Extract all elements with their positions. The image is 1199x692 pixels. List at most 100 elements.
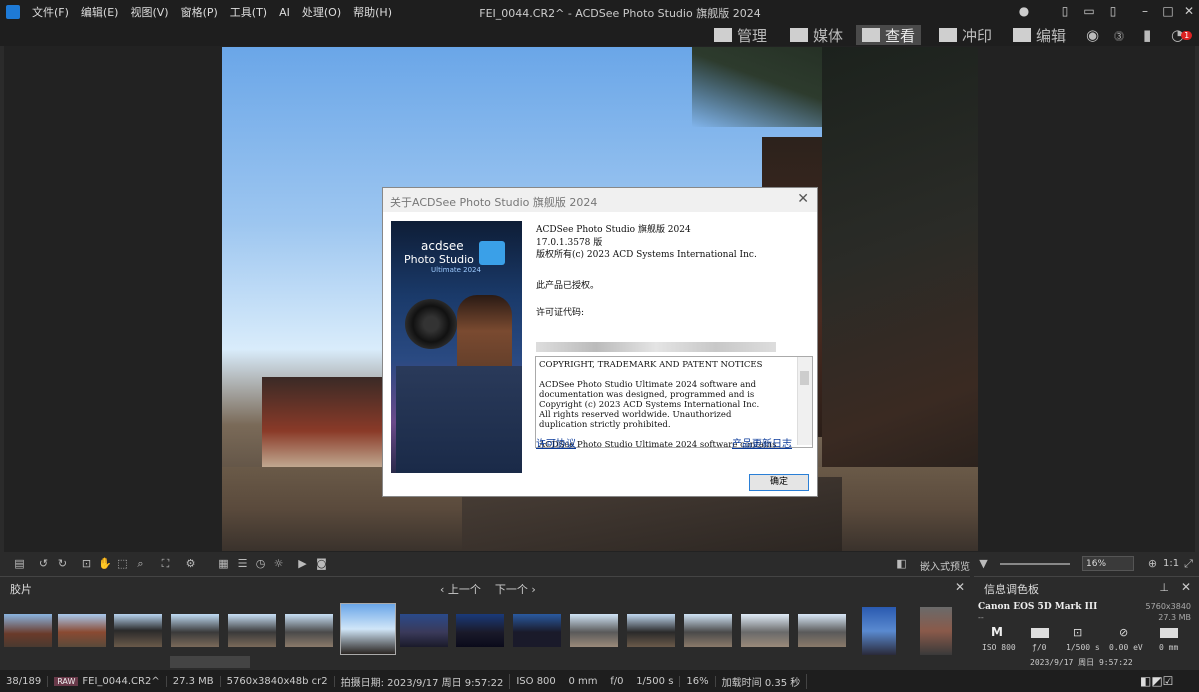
exposure-mode: M xyxy=(991,625,1003,639)
focal-value: 0 mm xyxy=(1159,643,1179,652)
settings-gear-icon[interactable]: ⚙ xyxy=(184,557,197,570)
thumbnail[interactable] xyxy=(684,614,732,647)
dashboard-icon[interactable]: ▮ xyxy=(1137,25,1157,45)
aperture-value: ƒ/0 xyxy=(1032,643,1047,652)
thumbnail[interactable] xyxy=(400,614,448,647)
lens-info: -- xyxy=(978,613,984,622)
status-filesize: 27.3 MB xyxy=(167,675,221,687)
info-palette-tab[interactable]: 信息调色板 xyxy=(984,581,1039,597)
menu-pane[interactable]: 窗格(P) xyxy=(175,4,224,20)
filename-cell: RAW FEI_0044.CR2^ xyxy=(48,675,167,687)
thumbnail[interactable] xyxy=(456,614,504,647)
embedded-preview-label[interactable]: 嵌入式预览 xyxy=(920,558,970,573)
play-icon[interactable]: ▶ xyxy=(296,557,309,570)
crop-icon[interactable]: ⊡ xyxy=(80,557,93,570)
status-load-time: 加载时间 0.35 秒 xyxy=(716,673,808,689)
notice-scrollbar[interactable] xyxy=(797,357,812,445)
thumbnail[interactable] xyxy=(798,614,846,647)
menu-help[interactable]: 帮助(H) xyxy=(347,4,398,20)
mode-print[interactable]: 冲印 xyxy=(933,25,998,45)
filmstrip-tab[interactable]: 胶片 xyxy=(10,581,32,597)
thumbnail[interactable] xyxy=(570,614,618,647)
camera-model: Canon EOS 5D Mark III xyxy=(978,602,1098,612)
rotate-right-icon[interactable]: ↻ xyxy=(56,557,69,570)
view-mode-icons[interactable]: ◧◩☑ xyxy=(1140,674,1173,688)
dialog-body: acdsee Photo Studio Ultimate 2024 ACDSee… xyxy=(383,212,817,496)
dialog-close-icon[interactable]: ✕ xyxy=(797,191,809,207)
menu-tools[interactable]: 工具(T) xyxy=(224,4,273,20)
fit-icon[interactable]: ⛶ xyxy=(159,557,172,570)
ok-button[interactable]: 确定 xyxy=(749,474,809,491)
select-icon[interactable]: ⬚ xyxy=(116,557,129,570)
thumbnail[interactable] xyxy=(285,614,333,647)
flash-off-icon: ⊘ xyxy=(1119,626,1129,639)
slideshow-icon[interactable]: ◙ xyxy=(315,557,328,570)
menu-file[interactable]: 文件(F) xyxy=(26,4,75,20)
zoom-select[interactable]: 16% xyxy=(1082,556,1134,571)
split-view-icon[interactable]: ◧ xyxy=(895,557,908,570)
rotate-left-icon[interactable]: ↺ xyxy=(37,557,50,570)
menu-view[interactable]: 视图(V) xyxy=(124,4,174,20)
preview-dropdown-icon[interactable]: ▼ xyxy=(977,557,990,570)
banner-product: Photo Studio xyxy=(404,253,474,266)
pin-icon[interactable]: ⊥ xyxy=(1159,581,1169,594)
fullscreen-icon[interactable]: ⤢ xyxy=(1182,557,1195,570)
zoom-slider[interactable] xyxy=(1000,563,1070,565)
grid-icon xyxy=(714,28,732,42)
filmstrip-scrollbar[interactable] xyxy=(170,656,250,668)
compare-icon[interactable]: ▦ xyxy=(217,557,230,570)
mode-view[interactable]: 查看 xyxy=(856,25,922,45)
layout-left-icon[interactable]: ▯ xyxy=(1058,4,1072,18)
next-button[interactable]: 下一个 › xyxy=(495,583,536,596)
license-agreement-link[interactable]: 许可协议 xyxy=(536,435,576,450)
zoom-icon[interactable]: ⌕ xyxy=(134,557,147,570)
layout-right-icon[interactable]: ▯ xyxy=(1106,4,1120,18)
media-icon xyxy=(790,28,808,42)
save-icon[interactable]: ▤ xyxy=(13,557,26,570)
menu-ai[interactable]: AI xyxy=(273,6,296,19)
thumbnail[interactable] xyxy=(920,607,952,655)
info-close-icon[interactable]: ✕ xyxy=(1181,580,1191,594)
zoom-magnifier-icon[interactable]: ⊕ xyxy=(1146,557,1159,570)
thumbnail[interactable] xyxy=(862,607,896,655)
app-icon[interactable] xyxy=(6,5,20,19)
notification-icon[interactable]: ◔ 1 xyxy=(1165,25,1198,45)
thumbnail[interactable] xyxy=(4,614,52,647)
clock-icon[interactable]: ◷ xyxy=(254,557,267,570)
close-icon[interactable]: ✕ xyxy=(1182,4,1196,18)
loupe-icon[interactable]: ☼ xyxy=(272,557,285,570)
thumbnail[interactable] xyxy=(58,614,106,647)
thumbnail[interactable] xyxy=(114,614,162,647)
changelog-link[interactable]: 产品更新日志 xyxy=(732,435,792,450)
menu-process[interactable]: 处理(O) xyxy=(296,4,347,20)
365-icon[interactable]: ⓷ xyxy=(1108,25,1130,45)
layout-bottom-icon[interactable]: ▭ xyxy=(1082,4,1096,18)
maximize-icon[interactable]: □ xyxy=(1161,4,1175,18)
scroll-thumb[interactable] xyxy=(800,371,809,385)
mode-manage[interactable]: 管理 xyxy=(708,25,773,45)
shutter-value: 1/500 s xyxy=(1066,643,1100,652)
window-title: FEI_0044.CR2^ - ACDSee Photo Studio 旗舰版 … xyxy=(479,7,761,20)
thumbnail[interactable] xyxy=(228,614,276,647)
minimize-icon[interactable]: – xyxy=(1138,4,1152,18)
info-palette: 信息调色板 ⊥ ✕ Canon EOS 5D Mark III 5760x384… xyxy=(974,576,1199,669)
thumbnail[interactable] xyxy=(741,614,789,647)
adjust-icon[interactable]: ☰ xyxy=(236,557,249,570)
hand-icon[interactable]: ✋ xyxy=(98,557,112,570)
mode-media[interactable]: 媒体 xyxy=(784,25,849,45)
photos-icon[interactable]: ◉ xyxy=(1080,25,1105,45)
menu-edit[interactable]: 编辑(E) xyxy=(75,4,125,20)
thumbnail[interactable] xyxy=(171,614,219,647)
status-filename: FEI_0044.CR2^ xyxy=(82,675,160,687)
status-shot-date: 拍摄日期: 2023/9/17 周日 9:57:22 xyxy=(335,673,511,689)
mode-bar: 管理 媒体 查看 冲印 编辑 ◉ ⓷ ▮ ◔ 1 xyxy=(0,24,1199,46)
prev-button[interactable]: ‹ 上一个 xyxy=(440,583,481,596)
image-count: 38/189 xyxy=(0,675,49,687)
filmstrip-close-icon[interactable]: ✕ xyxy=(955,580,965,594)
thumbnail[interactable] xyxy=(513,614,561,647)
mode-edit[interactable]: 编辑 xyxy=(1007,25,1072,45)
user-icon[interactable]: ● xyxy=(1017,4,1031,18)
thumbnail-selected[interactable] xyxy=(340,603,396,655)
actual-size-button[interactable]: 1:1 xyxy=(1163,558,1179,569)
thumbnail[interactable] xyxy=(627,614,675,647)
